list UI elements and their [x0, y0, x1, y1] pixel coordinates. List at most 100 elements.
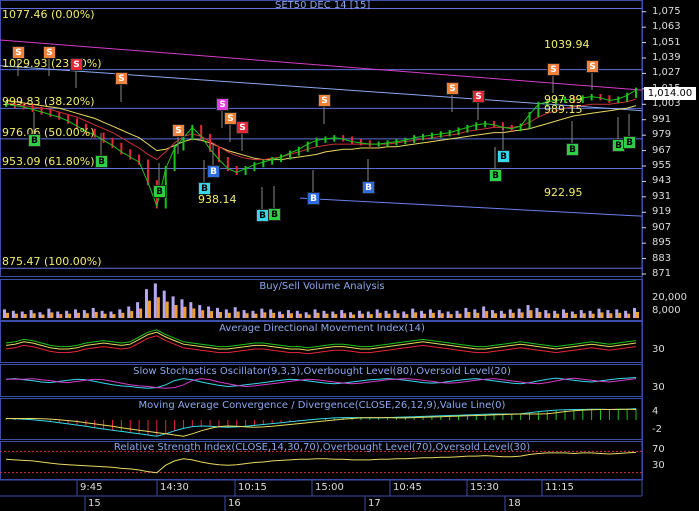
buy-signal-marker: B	[362, 181, 375, 194]
volume-bar-sell	[316, 312, 320, 318]
volume-bar-sell	[218, 311, 222, 318]
volume-bar-sell	[405, 314, 409, 318]
y-axis-tick: 955	[652, 160, 672, 171]
volume-bar-sell	[423, 313, 427, 318]
volume-bar-sell	[147, 300, 151, 318]
y-axis-tick: 883	[652, 252, 672, 264]
volume-bar-sell	[325, 313, 329, 318]
volume-bar-sell	[467, 311, 471, 318]
volume-bar-buy	[402, 311, 406, 318]
y-axis-tick: 1,063	[652, 21, 681, 33]
volume-bar-sell	[618, 312, 622, 318]
volume-bar-buy	[428, 309, 432, 318]
rsi-tick: 70	[652, 444, 665, 455]
volume-bar-buy	[224, 309, 228, 318]
volume-bar-sell	[636, 311, 639, 318]
volume-bar-sell	[600, 312, 604, 318]
x-axis-day-label: 15	[88, 498, 101, 509]
volume-bar-sell	[201, 310, 205, 318]
volume-bar-buy	[65, 310, 69, 318]
volume-bar-sell	[76, 312, 80, 318]
volume-bar-buy	[526, 305, 530, 318]
volume-bar-buy	[91, 307, 95, 318]
volume-bar-buy	[127, 306, 131, 318]
macd-tick: -2	[652, 424, 662, 435]
sell-signal-marker: S	[216, 98, 229, 111]
y-axis-tick: 943	[652, 175, 672, 187]
volume-bar-buy	[535, 307, 539, 318]
volume-bar-sell	[192, 308, 196, 318]
volume-bar-sell	[369, 314, 373, 318]
buy-signal-marker: B	[497, 150, 510, 163]
volume-bar-sell	[334, 314, 338, 318]
volume-bar-buy	[3, 309, 6, 318]
volume-bar-buy	[153, 283, 157, 318]
volume-bar-buy	[269, 309, 273, 318]
fib-level-label: 999.83 (38.20%)	[2, 95, 95, 109]
volume-bar-buy	[162, 290, 166, 318]
adx-panel-title: Average Directional Movement Index(14)	[219, 323, 425, 334]
volume-bar-sell	[103, 313, 107, 318]
x-axis-day-label: 16	[228, 498, 241, 509]
macd-tick: 4	[652, 406, 659, 417]
volume-bar-sell	[156, 297, 160, 318]
volume-bar-sell	[59, 314, 63, 318]
y-axis-tick: 907	[652, 221, 672, 233]
x-axis-time-label: 9:45	[80, 482, 103, 493]
volume-bar-sell	[538, 311, 542, 318]
volume-bar-sell	[50, 312, 54, 318]
volume-bar-sell	[236, 311, 240, 318]
buy-signal-marker: B	[268, 208, 281, 221]
stoch-tick: 30	[652, 382, 665, 393]
volume-bar-sell	[556, 313, 560, 318]
volume-bar-buy	[82, 310, 86, 318]
volume-bar-sell	[121, 312, 125, 318]
sell-signal-marker: S	[446, 82, 459, 95]
volume-bar-buy	[606, 310, 610, 318]
fib-level-label: 976.06 (50.00%)	[2, 125, 95, 139]
volume-bar-buy	[393, 310, 397, 318]
volume-bar-buy	[322, 310, 326, 318]
volume-bar-sell	[94, 311, 98, 318]
fib-level-label: 1077.46 (0.00%)	[2, 7, 95, 21]
volume-bar-buy	[570, 311, 574, 318]
volume-bar-sell	[352, 314, 356, 318]
volume-bar-sell	[14, 313, 18, 318]
volume-tick: 20,000	[652, 292, 687, 303]
volume-bar-sell	[360, 313, 364, 318]
volume-bar-buy	[198, 305, 202, 318]
trend-line-lower	[299, 197, 643, 217]
volume-bar-buy	[73, 309, 77, 318]
volume-bar-buy	[295, 310, 299, 318]
volume-bar-buy	[597, 308, 601, 318]
buy-signal-marker: B	[623, 136, 636, 149]
volume-bar-sell	[32, 313, 36, 318]
volume-bar-sell	[387, 313, 391, 318]
volume-bar-sell	[227, 312, 231, 318]
volume-bar-sell	[511, 312, 515, 318]
x-axis-time-label: 10:45	[393, 482, 422, 493]
volume-bar-sell	[476, 312, 480, 318]
high-label: 1039.94	[544, 38, 590, 51]
volume-bar-sell	[529, 310, 533, 318]
macd-signal-line	[6, 408, 637, 437]
volume-bar-sell	[289, 313, 293, 318]
volume-panel-title: Buy/Sell Volume Analysis	[259, 281, 385, 292]
y-axis-tick: 895	[652, 237, 672, 249]
buy-signal-marker: B	[95, 155, 108, 168]
volume-bar-sell	[431, 312, 435, 318]
sell-signal-marker: S	[472, 90, 485, 103]
sell-signal-marker: S	[236, 121, 249, 134]
y-axis-tick: 931	[652, 190, 672, 202]
volume-bar-buy	[384, 310, 388, 318]
x-axis-time-label: 11:15	[545, 482, 574, 493]
volume-bar-buy	[553, 310, 557, 318]
volume-bar-sell	[343, 313, 347, 318]
volume-bar-sell	[272, 312, 276, 318]
volume-bar-sell	[565, 312, 569, 318]
volume-bar-buy	[189, 302, 193, 318]
volume-bar-buy	[473, 309, 477, 318]
volume-bar-sell	[210, 311, 214, 318]
stoch-panel-title: Slow Stochastics Oscillator(9,3,3),Overb…	[133, 366, 511, 377]
chart-canvas	[0, 0, 646, 511]
